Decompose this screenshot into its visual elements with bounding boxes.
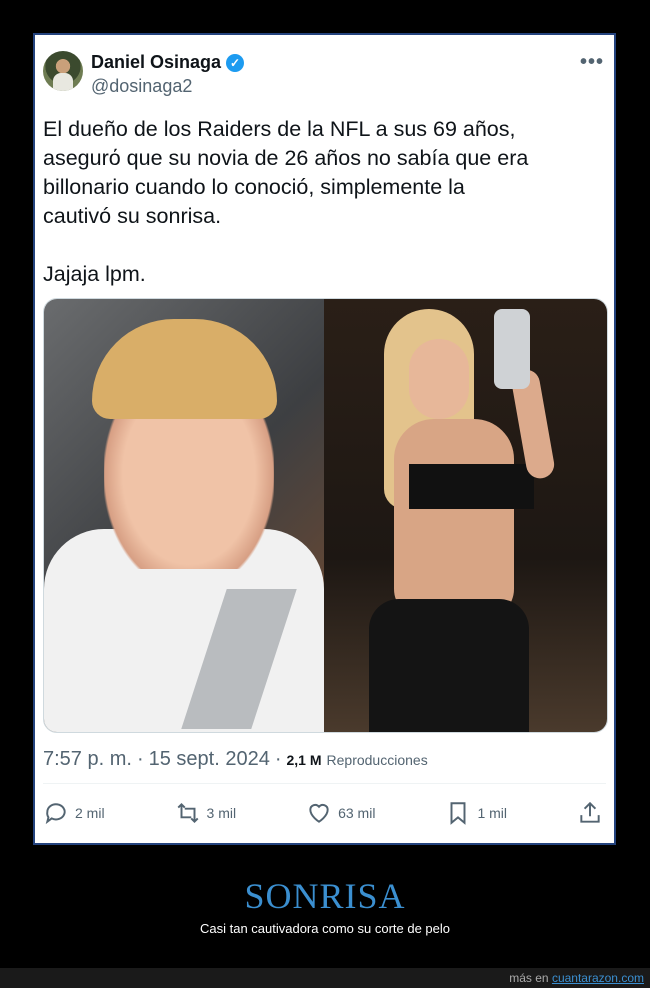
tweet-media[interactable] [43,298,608,733]
credit-link[interactable]: cuantarazon.com [552,971,644,985]
tweet-meta: 7:57 p. m. · 15 sept. 2024 · 2,1 M Repro… [43,748,428,771]
retweet-count: 3 mil [206,805,237,821]
footer-title: SONRISA [244,876,406,916]
tweet-card: Daniel Osinaga ✓ @dosinaga2 ••• El dueño… [33,33,616,845]
author-name-row[interactable]: Daniel Osinaga ✓ [91,52,245,73]
credit: más en cuantarazon.com [509,971,644,985]
share-button[interactable] [577,800,603,826]
divider [43,783,606,784]
reply-icon [45,803,66,825]
share-icon [580,801,600,823]
tweet-text: El dueño de los Raiders de la NFL a sus … [43,117,529,286]
photo-man[interactable] [44,299,324,732]
verified-badge-icon: ✓ [226,53,245,72]
author-name[interactable]: Daniel Osinaga [91,52,221,73]
reply-button[interactable]: 2 mil [43,800,105,826]
more-icon[interactable]: ••• [580,51,604,74]
views-count: 2,1 M [286,752,322,768]
retweet-icon [177,802,198,824]
photo-woman[interactable] [324,299,607,732]
reply-count: 2 mil [75,805,105,821]
like-count: 63 mil [338,805,376,821]
like-button[interactable]: 63 mil [306,800,375,826]
heart-icon [309,803,329,823]
author-handle[interactable]: @dosinaga2 [91,76,192,97]
author-avatar[interactable] [43,51,83,91]
retweet-button[interactable]: 3 mil [175,800,237,826]
tweet-time[interactable]: 7:57 p. m. [43,748,132,771]
action-bar: 2 mil 3 mil 63 mil 1 mil [43,798,603,828]
footer-subtitle: Casi tan cautivadora como su corte de pe… [199,921,451,936]
tweet-date[interactable]: 15 sept. 2024 [149,748,270,771]
credit-prefix: más en [509,971,549,985]
bookmark-button[interactable]: 1 mil [445,800,507,826]
views-label: Reproducciones [326,752,428,768]
phone-image [494,309,530,389]
bookmark-icon [450,802,466,825]
bookmark-count: 1 mil [477,805,507,821]
